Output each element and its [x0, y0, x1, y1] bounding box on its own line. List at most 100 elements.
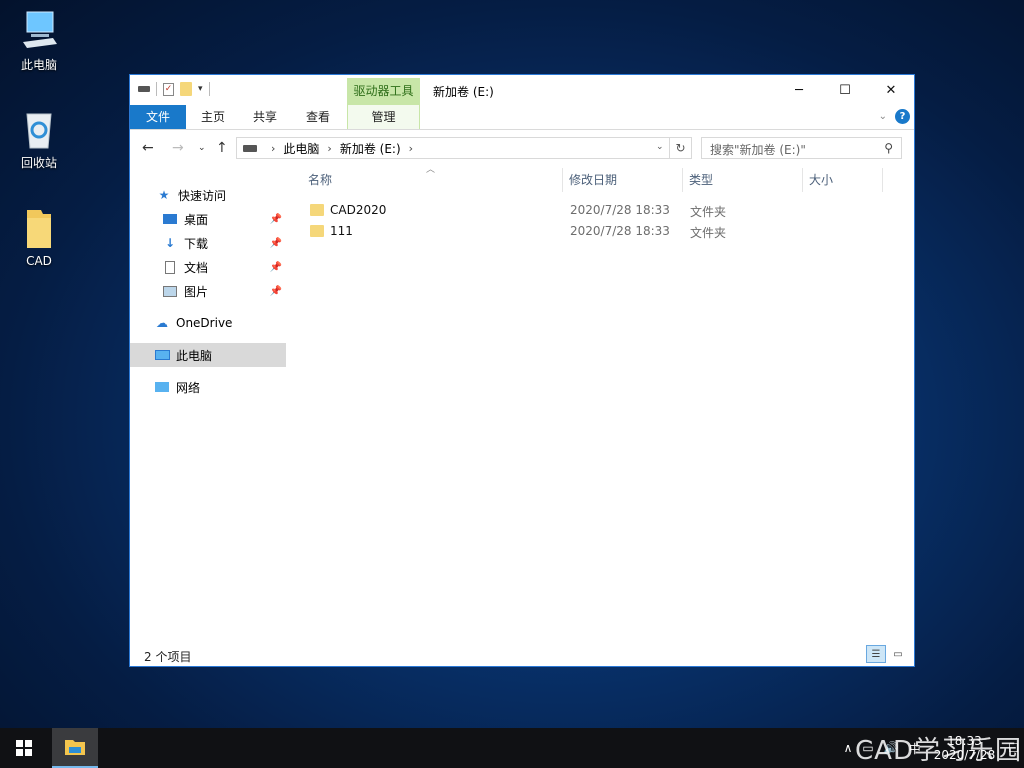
chevron-down-icon[interactable]: ⌄: [656, 142, 664, 152]
nav-desktop[interactable]: 桌面 📌: [130, 207, 286, 231]
drive-icon: [138, 86, 150, 92]
tab-manage[interactable]: 管理: [347, 105, 420, 129]
recent-locations-icon[interactable]: ⌄: [198, 143, 206, 153]
navigation-pane: ★ 快速访问 桌面 📌 ↓ 下载 📌 文档 📌 图片 📌 ☁ OneDrive: [130, 165, 287, 645]
pin-icon[interactable]: 📌: [270, 214, 282, 225]
star-icon: ★: [158, 188, 170, 202]
picture-icon: [162, 284, 178, 298]
file-explorer-window: ✓ ▾ 驱动器工具 新加卷 (E:) ─ ☐ ✕ 文件 主页 共享 查看 管理 …: [129, 74, 915, 667]
tab-home[interactable]: 主页: [192, 105, 234, 129]
file-row[interactable]: CAD2020 2020/7/28 18:33 文件夹: [304, 201, 904, 221]
tab-share[interactable]: 共享: [244, 105, 286, 129]
breadcrumb-this-pc[interactable]: 此电脑: [283, 140, 319, 157]
search-icon[interactable]: ⚲: [884, 141, 893, 155]
column-header-date[interactable]: 修改日期: [569, 171, 617, 188]
chevron-right-icon[interactable]: ›: [271, 142, 275, 155]
forward-icon[interactable]: →: [172, 140, 184, 156]
details-view-icon: ☰: [871, 648, 881, 660]
properties-icon[interactable]: ✓: [163, 82, 174, 96]
file-list: ︿ 名称 修改日期 类型 大小 CAD2020 2020/7/28 18:33 …: [298, 165, 914, 645]
desktop-icon-this-pc[interactable]: 此电脑: [6, 10, 72, 73]
divider: [802, 168, 803, 192]
file-date: 2020/7/28 18:33: [570, 224, 670, 238]
network-icon: [154, 380, 170, 394]
divider: [562, 168, 563, 192]
status-bar: 2 个项目 ☰ ▭: [130, 643, 914, 667]
folder-icon: [310, 204, 324, 216]
file-date: 2020/7/28 18:33: [570, 203, 670, 217]
divider: [882, 168, 883, 192]
breadcrumb-drive[interactable]: 新加卷 (E:): [340, 140, 401, 157]
show-hidden-icons-icon[interactable]: ∧: [844, 741, 853, 755]
nav-label: 桌面: [184, 212, 209, 227]
desktop-icon-label: 此电脑: [20, 58, 57, 72]
minimize-icon: ─: [795, 82, 803, 98]
taskbar-file-explorer[interactable]: [52, 728, 98, 768]
recycle-bin-icon: [19, 108, 59, 150]
cloud-icon: ☁: [156, 316, 168, 330]
file-row[interactable]: 111 2020/7/28 18:33 文件夹: [304, 222, 904, 242]
nav-this-pc[interactable]: 此电脑: [130, 343, 286, 367]
folder-icon: [19, 208, 59, 250]
file-type: 文件夹: [690, 226, 727, 240]
new-folder-icon[interactable]: [180, 82, 192, 96]
watermark-text: CAD学习乐园: [855, 736, 1022, 766]
nav-documents[interactable]: 文档 📌: [130, 255, 286, 279]
window-title: 新加卷 (E:): [433, 85, 494, 99]
nav-pictures[interactable]: 图片 📌: [130, 279, 286, 303]
desktop-icon-label: CAD: [26, 254, 52, 268]
large-icons-view-button[interactable]: ▭: [888, 645, 908, 663]
desktop-icon: [162, 212, 178, 226]
divider: [156, 82, 157, 96]
nav-label: OneDrive: [176, 316, 233, 330]
computer-icon: [19, 10, 59, 52]
chevron-right-icon[interactable]: ›: [409, 142, 413, 155]
expand-ribbon-icon[interactable]: ⌄: [879, 111, 887, 122]
close-button[interactable]: ✕: [868, 75, 914, 105]
title-bar[interactable]: ✓ ▾ 驱动器工具 新加卷 (E:) ─ ☐ ✕: [130, 75, 914, 105]
start-button[interactable]: [0, 728, 48, 768]
help-icon[interactable]: ?: [895, 109, 910, 124]
document-icon: [162, 260, 178, 274]
item-count: 2 个项目: [144, 650, 192, 664]
tab-view[interactable]: 查看: [297, 105, 339, 129]
refresh-icon[interactable]: ↻: [670, 137, 692, 159]
file-explorer-icon: [65, 740, 85, 755]
back-icon[interactable]: ←: [142, 140, 154, 156]
close-icon: ✕: [885, 82, 897, 98]
quick-access-toolbar: ✓ ▾: [138, 82, 210, 96]
chevron-right-icon[interactable]: ›: [327, 142, 331, 155]
nav-label: 下载: [184, 236, 209, 251]
pin-icon[interactable]: 📌: [270, 262, 282, 273]
search-input[interactable]: 搜索"新加卷 (E:)" ⚲: [701, 137, 902, 159]
column-header-name[interactable]: 名称: [308, 171, 332, 188]
drive-icon: [243, 144, 257, 152]
pin-icon[interactable]: 📌: [270, 238, 282, 249]
up-icon[interactable]: ↑: [216, 140, 228, 156]
address-bar[interactable]: › 此电脑 › 新加卷 (E:) ›: [236, 137, 670, 159]
desktop-icon-cad-folder[interactable]: CAD: [6, 208, 72, 268]
nav-quick-access[interactable]: ★ 快速访问: [130, 183, 286, 207]
nav-label: 网络: [176, 380, 201, 395]
windows-logo-icon: [16, 740, 32, 756]
computer-icon: [154, 348, 170, 362]
folder-icon: [310, 225, 324, 237]
chevron-down-icon[interactable]: ▾: [198, 84, 203, 94]
nav-network[interactable]: 网络: [130, 375, 286, 399]
tab-file[interactable]: 文件: [130, 105, 186, 129]
desktop-icon-recycle-bin[interactable]: 回收站: [6, 108, 72, 171]
nav-onedrive[interactable]: ☁ OneDrive: [130, 311, 286, 335]
maximize-button[interactable]: ☐: [822, 75, 868, 105]
nav-downloads[interactable]: ↓ 下载 📌: [130, 231, 286, 255]
navigation-bar: ← → ⌄ ↑ › 此电脑 › 新加卷 (E:) › ↻ ⌄ 搜索"新加卷 (E…: [130, 131, 914, 163]
details-view-button[interactable]: ☰: [866, 645, 886, 663]
divider: [682, 168, 683, 192]
file-name: CAD2020: [330, 203, 387, 217]
sort-ascending-icon: ︿: [426, 165, 436, 175]
large-icons-view-icon: ▭: [893, 648, 903, 660]
download-icon: ↓: [164, 236, 176, 250]
column-header-type[interactable]: 类型: [689, 171, 713, 188]
pin-icon[interactable]: 📌: [270, 286, 282, 297]
minimize-button[interactable]: ─: [776, 75, 822, 105]
column-header-size[interactable]: 大小: [809, 171, 833, 188]
